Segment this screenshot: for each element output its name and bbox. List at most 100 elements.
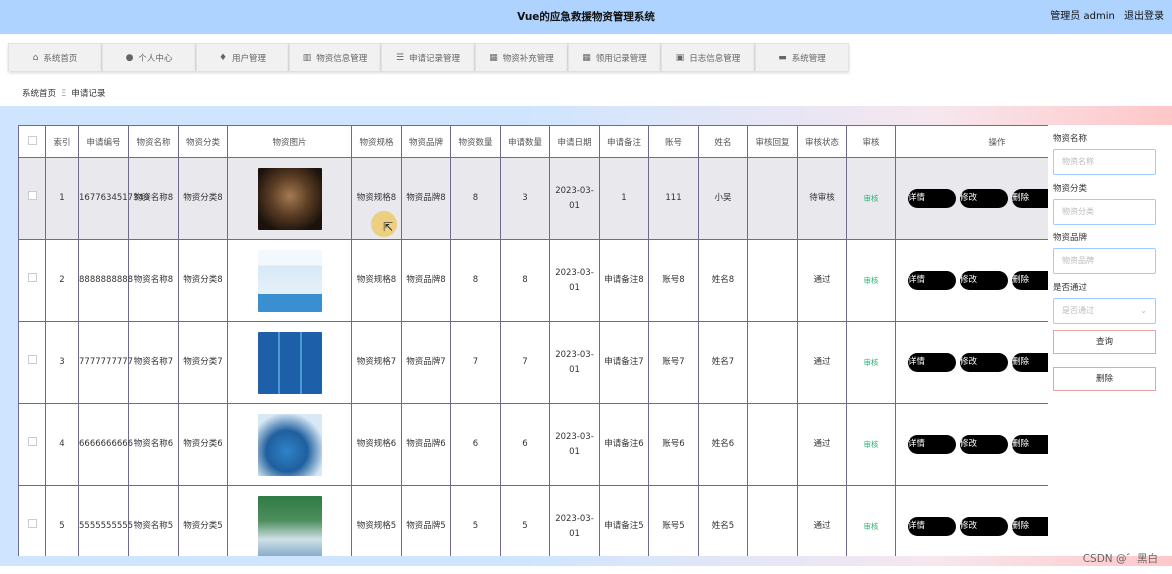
detail-button[interactable]: 详情 [908, 435, 956, 454]
column-header: 物资品牌 [401, 125, 451, 158]
nav-item-8[interactable]: ▣ 日志信息管理 [661, 43, 755, 71]
cell-remark: 申请备注5 [599, 485, 649, 556]
cell-account: 账号8 [648, 239, 699, 322]
cell-qty: 5 [450, 485, 501, 556]
row-select-cell [18, 157, 46, 240]
table-row[interactable]: 3 7777777777 物资名称7 物资分类7 物资规格7 物资品牌7 7 7 2023-03… [18, 321, 1048, 404]
nav-item-label: 用户管理 [232, 53, 267, 64]
cell-account: 111 [648, 157, 699, 240]
audit-cell: 审核 [846, 485, 896, 556]
row-delete-button[interactable]: 删除 [1012, 353, 1048, 372]
edit-button[interactable]: 修改 [960, 517, 1008, 536]
cell-brand: 物资品牌6 [401, 403, 451, 486]
nav-item-label: 物资信息管理 [316, 53, 368, 64]
detail-button[interactable]: 详情 [908, 517, 956, 536]
category-input[interactable]: 物资分类 [1053, 199, 1156, 225]
row-checkbox[interactable] [27, 519, 37, 528]
nav-item-1[interactable]: ⌂ 系统首页 [8, 43, 102, 71]
row-delete-button[interactable]: 删除 [1012, 435, 1048, 454]
table-row[interactable]: 4 6666666666 物资名称6 物资分类6 物资规格6 物资品牌6 6 6 2023-03… [18, 403, 1048, 486]
detail-button[interactable]: 详情 [908, 271, 956, 290]
nav-item-9[interactable]: ▬ 系统管理 [755, 43, 849, 71]
nav-item-label: 系统首页 [43, 53, 78, 64]
audit-link[interactable]: 审核 [864, 276, 879, 285]
brand-input[interactable]: 物资品牌 [1053, 248, 1156, 274]
supply-image [257, 413, 322, 476]
pass-select[interactable]: 是否通过 ⌄ [1053, 298, 1156, 324]
nav-item-6[interactable]: ▦ 物资补充管理 [475, 43, 568, 71]
nav-item-4[interactable]: ▥ 物资信息管理 [289, 43, 381, 71]
cell-person: 小吴 [698, 157, 748, 240]
table-row[interactable]: 5 5555555555 物资名称5 物资分类5 物资规格5 物资品牌5 5 5 2023-03… [18, 485, 1048, 556]
row-delete-button[interactable]: 删除 [1012, 517, 1048, 536]
audit-link[interactable]: 审核 [864, 194, 879, 203]
row-checkbox[interactable] [27, 273, 37, 282]
cell-remark: 申请备注6 [599, 403, 649, 486]
edit-button[interactable]: 修改 [960, 189, 1008, 208]
cell-person: 姓名8 [698, 239, 748, 322]
table-row[interactable]: 1 1677634517349 物资名称8 物资分类8 物资规格8 物资品牌8 8 3 2023… [18, 157, 1048, 240]
row-checkbox[interactable] [27, 355, 37, 364]
cell-app-no: 1677634517349 [78, 157, 149, 240]
breadcrumb-separator: Ξ [61, 89, 67, 99]
cell-category: 物资分类6 [178, 403, 228, 486]
column-header: 申请编号 [78, 125, 129, 158]
column-header: 操作 [895, 125, 1048, 158]
cell-reply [747, 403, 798, 486]
image-cell [227, 321, 352, 404]
nav-item-5[interactable]: ☰ 申请记录管理 [381, 43, 475, 71]
cell-spec: 物资规格7 [351, 321, 402, 404]
logout-link[interactable]: 退出登录 [1124, 11, 1164, 22]
cell-reply [747, 157, 798, 240]
cell-brand: 物资品牌7 [401, 321, 451, 404]
breadcrumb-home[interactable]: 系统首页 [22, 89, 56, 99]
cell-spec: 物资规格8 [351, 239, 402, 322]
cell-status: 通过 [797, 239, 847, 322]
cell-name: 物资名称5 [128, 485, 179, 556]
cell-reply [747, 485, 798, 556]
cell-date: 2023-03-01 [549, 239, 600, 322]
edit-button[interactable]: 修改 [960, 271, 1008, 290]
audit-link[interactable]: 审核 [864, 522, 879, 531]
brand-label: 物资品牌 [1053, 233, 1088, 243]
row-checkbox[interactable] [27, 191, 37, 200]
query-button[interactable]: 查询 [1053, 330, 1156, 354]
row-delete-button[interactable]: 删除 [1012, 271, 1048, 290]
detail-button[interactable]: 详情 [908, 189, 956, 208]
cell-date: 2023-03-01 [549, 403, 600, 486]
delete-button[interactable]: 删除 [1053, 367, 1156, 391]
cell-index: 5 [45, 485, 79, 556]
column-header: 申请备注 [599, 125, 649, 158]
audit-link[interactable]: 审核 [864, 358, 879, 367]
cell-brand: 物资品牌8 [401, 157, 451, 240]
edit-button[interactable]: 修改 [960, 353, 1008, 372]
table-row[interactable]: 2 8888888888 物资名称8 物资分类8 物资规格8 物资品牌8 8 8 2023-03… [18, 239, 1048, 322]
row-delete-button[interactable]: 删除 [1012, 189, 1048, 208]
column-header: 审核状态 [797, 125, 847, 158]
mouse-cursor-icon: ⇱ [383, 220, 394, 234]
cell-app-no: 6666666666 [78, 403, 133, 486]
select-all-checkbox[interactable] [27, 135, 37, 145]
cell-brand: 物资品牌5 [401, 485, 451, 556]
nav-item-7[interactable]: ▦ 领用记录管理 [568, 43, 661, 71]
name-input[interactable]: 物资名称 [1053, 149, 1156, 175]
audit-link[interactable]: 审核 [864, 440, 879, 449]
detail-button[interactable]: 详情 [908, 353, 956, 372]
cell-account: 账号7 [648, 321, 699, 404]
row-checkbox[interactable] [27, 437, 37, 446]
cell-remark: 申请备注7 [599, 321, 649, 404]
cell-name: 物资名称8 [128, 157, 179, 240]
cell-person: 姓名7 [698, 321, 748, 404]
edit-button[interactable]: 修改 [960, 435, 1008, 454]
cell-index: 2 [45, 239, 79, 322]
column-header: 申请日期 [549, 125, 600, 158]
nav-item-2[interactable]: ● 个人中心 [102, 43, 196, 71]
column-header: 账号 [648, 125, 699, 158]
pass-label: 是否通过 [1053, 283, 1088, 293]
nav-item-3[interactable]: ♦ 用户管理 [196, 43, 289, 71]
table-header-row: 索引 申请编号 物资名称 物资分类 物资图片 物资规格 物资品牌 物资数量 申请数量 申请日期 申请… [18, 125, 1048, 158]
home-icon: ⌂ [32, 52, 39, 63]
cell-apply-qty: 5 [500, 485, 550, 556]
cell-index: 3 [45, 321, 79, 404]
cell-status: 通过 [797, 321, 847, 404]
